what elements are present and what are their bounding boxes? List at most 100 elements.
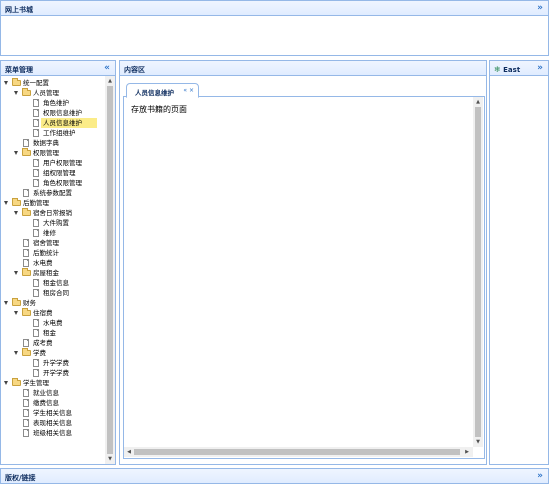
tree-leaf-node[interactable]: 开学学费 [1,368,101,378]
north-panel-body [0,16,549,56]
expand-triangle-icon[interactable] [14,351,18,355]
expand-triangle-icon[interactable] [4,301,8,305]
expand-triangle-icon[interactable] [4,81,8,85]
tree-node-label: 房屋租金 [33,269,59,277]
tab-person-info[interactable]: 人员信息维护 « × [126,83,199,98]
file-icon [23,239,29,247]
tree-leaf-node[interactable]: 维修 [1,228,101,238]
refresh-icon[interactable]: « [183,87,187,94]
tree-leaf-node[interactable]: 租金 [1,328,101,338]
tree-leaf-node[interactable]: 租房合同 [1,288,101,298]
file-icon [23,259,29,267]
tree-node-label: 学生相关信息 [33,409,72,417]
tree-folder-node[interactable]: 后勤管理 [1,198,101,208]
tree-folder-node[interactable]: 房屋租金 [1,268,101,278]
tree-leaf-node[interactable]: 学生相关信息 [1,408,101,418]
file-icon [33,359,39,367]
tree-leaf-node[interactable]: 用户权限管理 [1,158,101,168]
file-icon [33,279,39,287]
content-vscroll-thumb[interactable] [475,107,481,437]
tree-folder-node[interactable]: 住宿费 [1,308,101,318]
tree-folder-node[interactable]: 人员管理 [1,88,101,98]
east-panel-body [489,76,549,465]
east-panel-icon: ❄ [494,65,501,74]
scroll-up-icon[interactable]: ▲ [106,78,114,84]
tree-leaf-node[interactable]: 角色维护 [1,98,101,108]
scroll-up-icon[interactable]: ▲ [474,99,482,105]
file-icon [33,179,39,187]
tree-node-label: 用户权限管理 [43,159,82,167]
tree-leaf-node[interactable]: 人员信息维护 [33,118,97,128]
tree-node-label: 工作组维护 [43,129,76,137]
content-vertical-scrollbar[interactable]: ▲ ▼ [473,97,483,447]
expand-triangle-icon[interactable] [14,311,18,315]
content-text: 存放书籍的页面 [131,105,187,114]
tree-node-label: 后勤统计 [33,249,59,257]
tree-node-label: 大件购置 [43,219,69,227]
file-icon [33,159,39,167]
tree-leaf-node[interactable]: 大件购置 [1,218,101,228]
scroll-left-icon[interactable]: ◀ [125,449,133,455]
close-icon[interactable]: × [189,87,194,94]
file-icon [23,419,29,427]
tree-leaf-node[interactable]: 表现相关信息 [1,418,101,428]
double-chevron-right-icon[interactable]: » [537,63,543,73]
expand-triangle-icon[interactable] [14,271,18,275]
tabs-bar: 人员信息维护 « × [123,81,485,98]
tree-folder-node[interactable]: 统一配置 [1,78,101,88]
tree-node-label: 人员信息维护 [43,119,82,127]
tree-node-label: 系统参数配置 [33,189,72,197]
expand-triangle-icon[interactable] [14,211,18,215]
tree-leaf-node[interactable]: 班级相关信息 [1,428,101,438]
tree-node-label: 权限管理 [33,149,59,157]
scroll-down-icon[interactable]: ▼ [106,456,114,462]
tree-scroll-thumb[interactable] [107,86,113,454]
double-chevron-down-icon[interactable]: » [537,471,543,481]
west-panel-header: 菜单管理 « [0,60,116,76]
expand-triangle-icon[interactable] [4,381,8,385]
tree-leaf-node[interactable]: 宿舍管理 [1,238,101,248]
tree-folder-node[interactable]: 学生管理 [1,378,101,388]
tree-node-label: 组权限管理 [43,169,76,177]
tree-folder-node[interactable]: 权限管理 [1,148,101,158]
tree-vertical-scrollbar[interactable]: ▲ ▼ [105,76,115,464]
expand-triangle-icon[interactable] [14,151,18,155]
tree-node-label: 数据字典 [33,139,59,147]
folder-open-icon [22,308,31,316]
tree-node-label: 角色权限管理 [43,179,82,187]
tree-leaf-node[interactable]: 升学学费 [1,358,101,368]
folder-open-icon [12,378,21,386]
content-hscroll-thumb[interactable] [134,449,460,455]
expand-triangle-icon[interactable] [4,201,8,205]
tree-leaf-node[interactable]: 组权限管理 [1,168,101,178]
tree-leaf-node[interactable]: 角色权限管理 [1,178,101,188]
tree-node-label: 租金信息 [43,279,69,287]
tree-node-label: 统一配置 [23,79,49,87]
tree-leaf-node[interactable]: 缴费信息 [1,398,101,408]
folder-open-icon [22,268,31,276]
tree-leaf-node[interactable]: 后勤统计 [1,248,101,258]
double-chevron-up-icon[interactable]: » [537,3,543,13]
tab-content-area: 存放书籍的页面 ▲ ▼ ◀ ▶ [123,97,485,459]
west-panel-title: 菜单管理 [5,66,33,74]
scroll-right-icon[interactable]: ▶ [463,449,471,455]
tree-folder-node[interactable]: 宿舍日常报销 [1,208,101,218]
tree-leaf-node[interactable]: 水电费 [1,318,101,328]
tree-leaf-node[interactable]: 成考费 [1,338,101,348]
tree-leaf-node[interactable]: 就业信息 [1,388,101,398]
content-horizontal-scrollbar[interactable]: ◀ ▶ [124,447,473,457]
tree-leaf-node[interactable]: 权限信息维护 [1,108,101,118]
tree-leaf-node[interactable]: 系统参数配置 [1,188,101,198]
tree-leaf-node[interactable]: 数据字典 [1,138,101,148]
expand-triangle-icon[interactable] [14,91,18,95]
tree-node-label: 财务 [23,299,36,307]
tree-leaf-node[interactable]: 水电费 [1,258,101,268]
tree-folder-node[interactable]: 学费 [1,348,101,358]
tree-folder-node[interactable]: 财务 [1,298,101,308]
double-chevron-left-icon[interactable]: « [104,63,110,73]
tree-leaf-node[interactable]: 租金信息 [1,278,101,288]
tree-node-label: 就业信息 [33,389,59,397]
scroll-down-icon[interactable]: ▼ [474,439,482,445]
file-icon [33,129,39,137]
tree-leaf-node[interactable]: 工作组维护 [1,128,101,138]
